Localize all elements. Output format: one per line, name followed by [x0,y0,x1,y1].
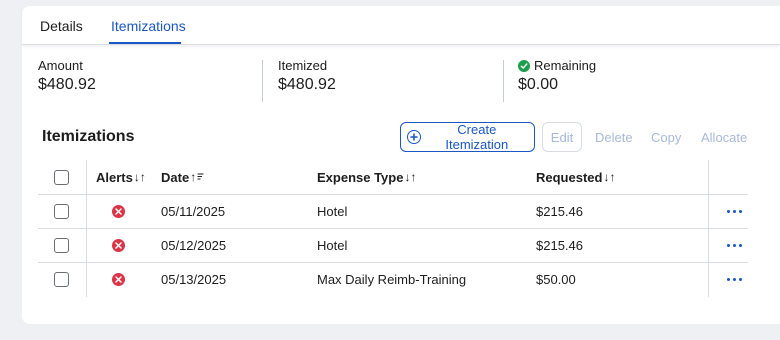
summary-divider [262,60,263,102]
table-row[interactable]: 05/13/2025 Max Daily Reimb-Training $50.… [38,262,748,296]
itemizations-panel: Details Itemizations Amount $480.92 Item… [22,6,780,324]
row-checkbox[interactable] [54,237,69,253]
row-checkbox[interactable] [54,271,69,287]
date-cell: 05/13/2025 [161,271,227,287]
expense-type-cell: Max Daily Reimb-Training [317,271,467,287]
summary-divider [503,60,504,102]
itemized-label: Itemized [278,58,328,73]
date-column-header[interactable]: Date ↑ [161,160,204,194]
date-header-label: Date [161,169,190,185]
amount-label: Amount [38,58,83,73]
date-cell: 05/11/2025 [161,203,226,219]
table-row[interactable]: 05/12/2025 Hotel $215.46 [38,228,748,263]
check-circle-icon [518,59,530,72]
active-tab-indicator [109,42,181,44]
remaining-value: $0.00 [518,76,559,93]
alerts-header-label: Alerts [96,169,133,185]
tab-itemizations[interactable]: Itemizations [111,18,186,34]
error-icon[interactable] [112,238,125,252]
select-all-checkbox[interactable] [54,169,69,185]
row-checkbox[interactable] [54,203,69,219]
expense-type-header-label: Expense Type [317,169,404,185]
error-icon[interactable] [112,204,125,218]
expense-type-cell: Hotel [317,203,348,219]
copy-button[interactable]: Copy [651,130,681,145]
error-icon[interactable] [112,272,125,286]
tab-details[interactable]: Details [40,18,83,34]
edit-button[interactable]: Edit [542,122,582,152]
alerts-column-header[interactable]: Alerts ↓↑ [96,160,146,194]
table-header-row: Alerts ↓↑ Date ↑ Expense Type ↓↑ Request… [38,160,748,195]
remaining-label: Remaining [534,58,597,73]
tab-bar: Details Itemizations [22,6,780,45]
requested-cell: $215.46 [536,237,583,253]
requested-column-header[interactable]: Requested ↓↑ [536,160,615,194]
requested-header-label: Requested [536,169,603,185]
more-actions-icon[interactable] [727,243,742,247]
sort-ascending-icon: ↑ [190,170,204,184]
amount-value: $480.92 [38,76,96,93]
section-title: Itemizations [42,128,135,145]
itemized-summary: Itemized $480.92 [278,58,336,94]
allocate-button[interactable]: Allocate [701,130,747,145]
sort-icon: ↓↑ [603,170,616,184]
table-row[interactable]: 05/11/2025 Hotel $215.46 [38,194,748,229]
sort-icon: ↓↑ [404,170,417,184]
remaining-summary: Remaining $0.00 [518,58,596,94]
more-actions-icon[interactable] [727,277,742,281]
itemized-value: $480.92 [278,76,336,93]
sort-icon: ↓↑ [133,170,146,184]
amount-summary: Amount $480.92 [38,58,96,94]
date-cell: 05/12/2025 [161,237,227,253]
create-itemization-label: Create Itemization [445,122,509,152]
requested-cell: $50.00 [536,271,576,287]
create-itemization-button[interactable]: Create Itemization [400,122,535,152]
expense-type-column-header[interactable]: Expense Type ↓↑ [317,160,416,194]
requested-cell: $215.46 [536,203,583,219]
more-actions-icon[interactable] [727,209,742,213]
delete-button[interactable]: Delete [595,130,633,145]
expense-type-cell: Hotel [317,237,348,253]
plus-circle-icon [407,130,421,144]
itemization-summary: Amount $480.92 Itemized $480.92 Remainin… [22,58,780,108]
